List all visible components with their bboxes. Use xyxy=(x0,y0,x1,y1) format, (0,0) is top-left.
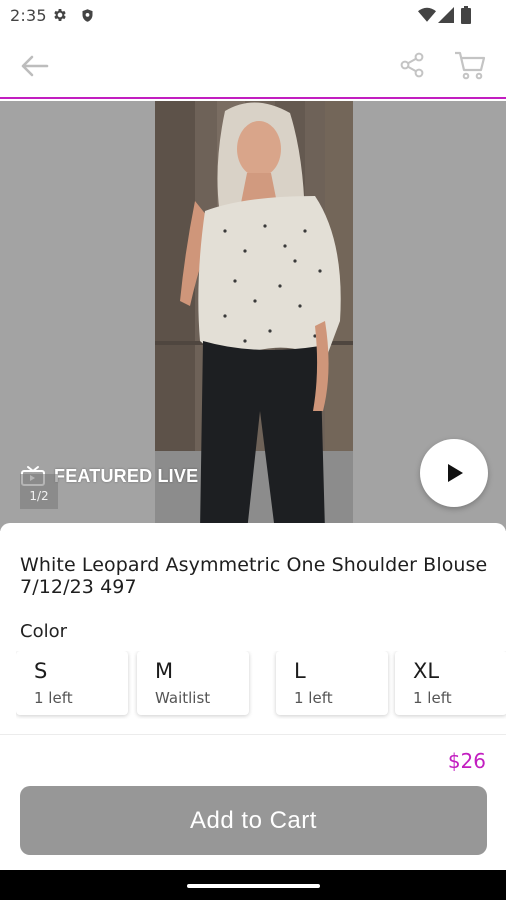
play-button[interactable] xyxy=(420,439,488,507)
arrow-left-icon xyxy=(21,55,49,77)
share-button[interactable] xyxy=(392,47,432,83)
back-button[interactable] xyxy=(12,49,56,83)
size-stock: 1 left xyxy=(294,689,333,707)
cart-icon xyxy=(455,51,486,80)
shield-icon xyxy=(82,9,93,22)
gear-icon xyxy=(54,9,66,21)
wifi-icon xyxy=(418,7,436,22)
divider xyxy=(0,734,506,735)
size-option-xl[interactable]: XL 1 left xyxy=(395,651,506,715)
signal-icon xyxy=(438,7,454,23)
play-icon xyxy=(448,464,463,482)
size-option-s[interactable]: S 1 left xyxy=(16,651,128,715)
status-time: 2:35 xyxy=(10,6,47,25)
battery-icon xyxy=(461,6,471,24)
size-options: S 1 left M Waitlist L 1 left XL 1 left xyxy=(16,651,506,719)
system-nav-bar xyxy=(0,870,506,900)
status-bar: 2:35 xyxy=(0,0,506,32)
add-to-cart-button[interactable]: Add to Cart xyxy=(20,786,487,855)
size-stock: Waitlist xyxy=(155,689,211,707)
page-indicator: 1/2 xyxy=(20,474,58,509)
product-media[interactable]: FEATURED LIVE 1/2 xyxy=(0,101,506,531)
size-name: L xyxy=(294,659,306,683)
size-name: M xyxy=(155,659,174,683)
size-stock: 1 left xyxy=(413,689,452,707)
product-price: $26 xyxy=(447,749,486,773)
product-title: White Leopard Asymmetric One Shoulder Bl… xyxy=(20,554,488,598)
size-name: XL xyxy=(413,659,440,683)
size-name: S xyxy=(34,659,48,683)
color-label: Color xyxy=(20,621,67,642)
top-app-bar xyxy=(0,32,506,99)
share-icon xyxy=(400,52,424,78)
size-option-m[interactable]: M Waitlist xyxy=(137,651,249,715)
home-indicator[interactable] xyxy=(187,884,320,888)
featured-live-label: FEATURED LIVE xyxy=(54,465,199,486)
size-stock: 1 left xyxy=(34,689,73,707)
cart-button[interactable] xyxy=(448,46,492,84)
product-details-sheet: White Leopard Asymmetric One Shoulder Bl… xyxy=(0,523,506,870)
size-option-l[interactable]: L 1 left xyxy=(276,651,388,715)
